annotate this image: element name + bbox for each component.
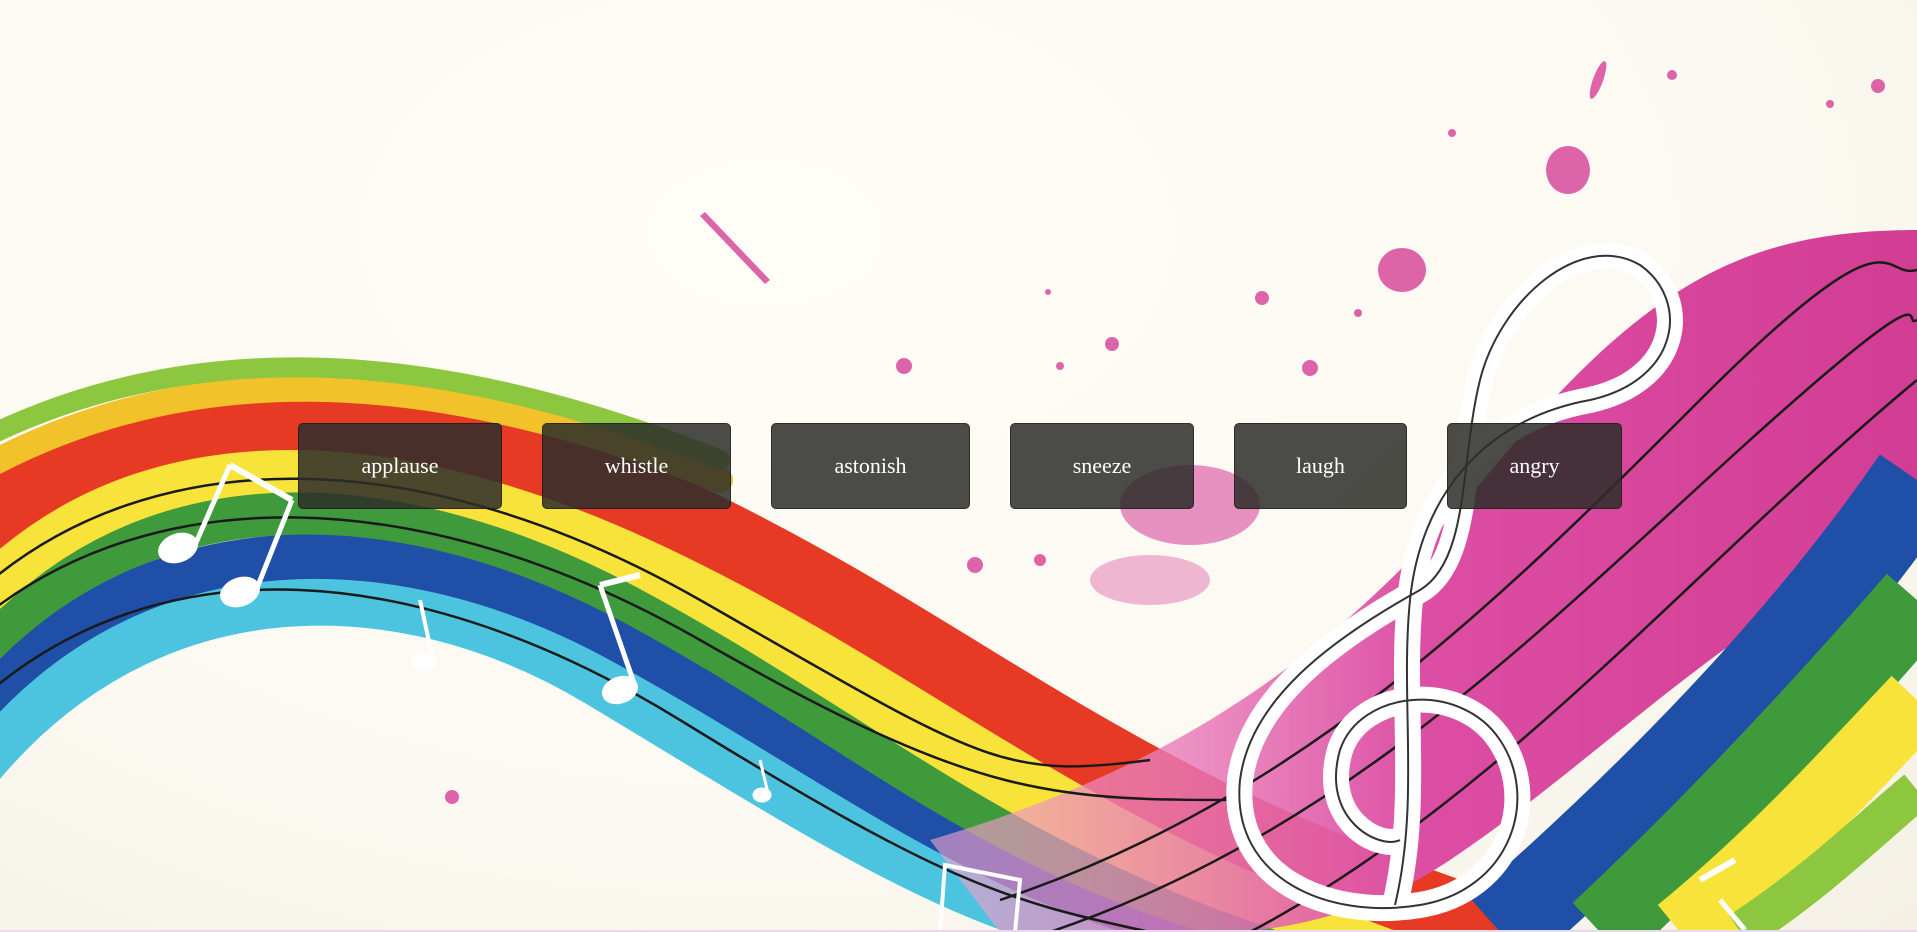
sneeze-button[interactable]: sneeze <box>1010 423 1194 509</box>
app-canvas: applause whistle astonish sneeze laugh a… <box>0 0 1917 932</box>
astonish-button[interactable]: astonish <box>771 423 970 509</box>
laugh-button[interactable]: laugh <box>1234 423 1407 509</box>
whistle-button[interactable]: whistle <box>542 423 731 509</box>
angry-button[interactable]: angry <box>1447 423 1622 509</box>
applause-button[interactable]: applause <box>298 423 502 509</box>
sound-button-row: applause whistle astonish sneeze laugh a… <box>0 0 1917 932</box>
